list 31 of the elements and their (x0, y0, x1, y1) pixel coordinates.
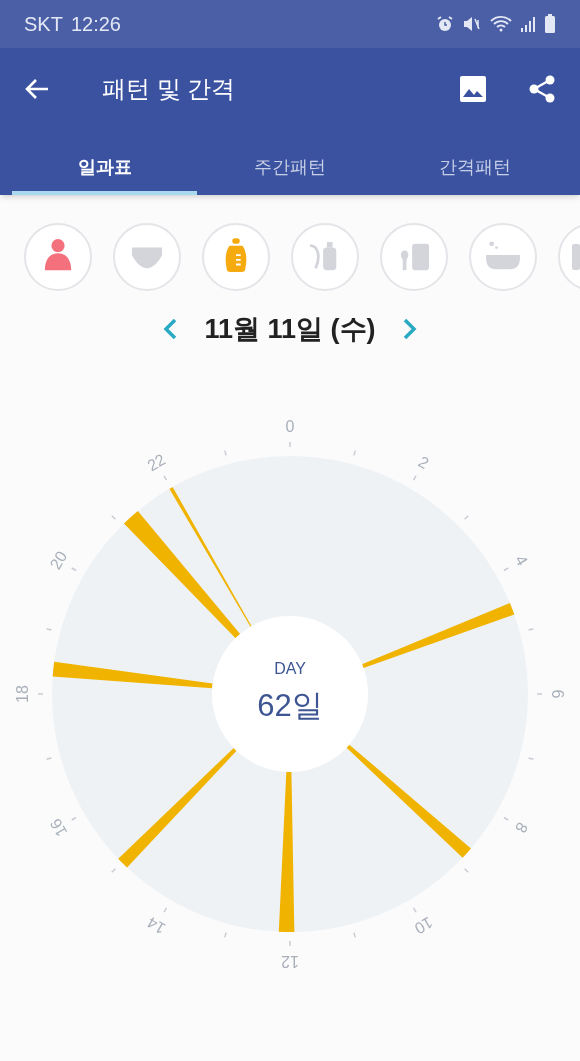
tab[interactable]: 간격패턴 (382, 130, 568, 195)
hour-label: 0 (285, 417, 295, 435)
chevron-left-icon[interactable] (162, 317, 179, 342)
hour-label: 18 (14, 684, 32, 703)
hour-label: 6 (548, 689, 566, 698)
mute-icon (462, 15, 482, 33)
chevron-right-icon[interactable] (401, 317, 418, 342)
wifi-icon (490, 15, 512, 33)
hour-label: 16 (46, 815, 71, 840)
hour-label: 10 (411, 913, 436, 937)
share-icon[interactable] (528, 75, 556, 103)
signal-icon (520, 15, 536, 33)
hour-label: 2 (415, 452, 432, 472)
hour-label: 4 (511, 551, 532, 568)
image-icon[interactable] (460, 76, 486, 102)
tab[interactable]: 주간패턴 (197, 130, 383, 195)
clock-text: 12:26 (70, 12, 121, 37)
hour-label: 8 (511, 819, 532, 836)
screen-title: 패턴 및 간격 (102, 74, 236, 104)
day-count: 62일 (257, 687, 323, 723)
battery-icon (544, 14, 556, 34)
hour-label: 12 (281, 952, 299, 970)
hour-label: 22 (144, 450, 169, 474)
hour-label: 20 (46, 547, 71, 572)
back-arrow-icon[interactable] (24, 77, 50, 101)
hour-label: 14 (144, 913, 169, 937)
day-label: DAY (274, 659, 306, 677)
alarm-icon (436, 15, 454, 33)
carrier-text: SKT (24, 12, 63, 37)
tab[interactable]: 일과표 (12, 130, 198, 195)
date-text: 11월 11일 (수) (204, 313, 376, 346)
